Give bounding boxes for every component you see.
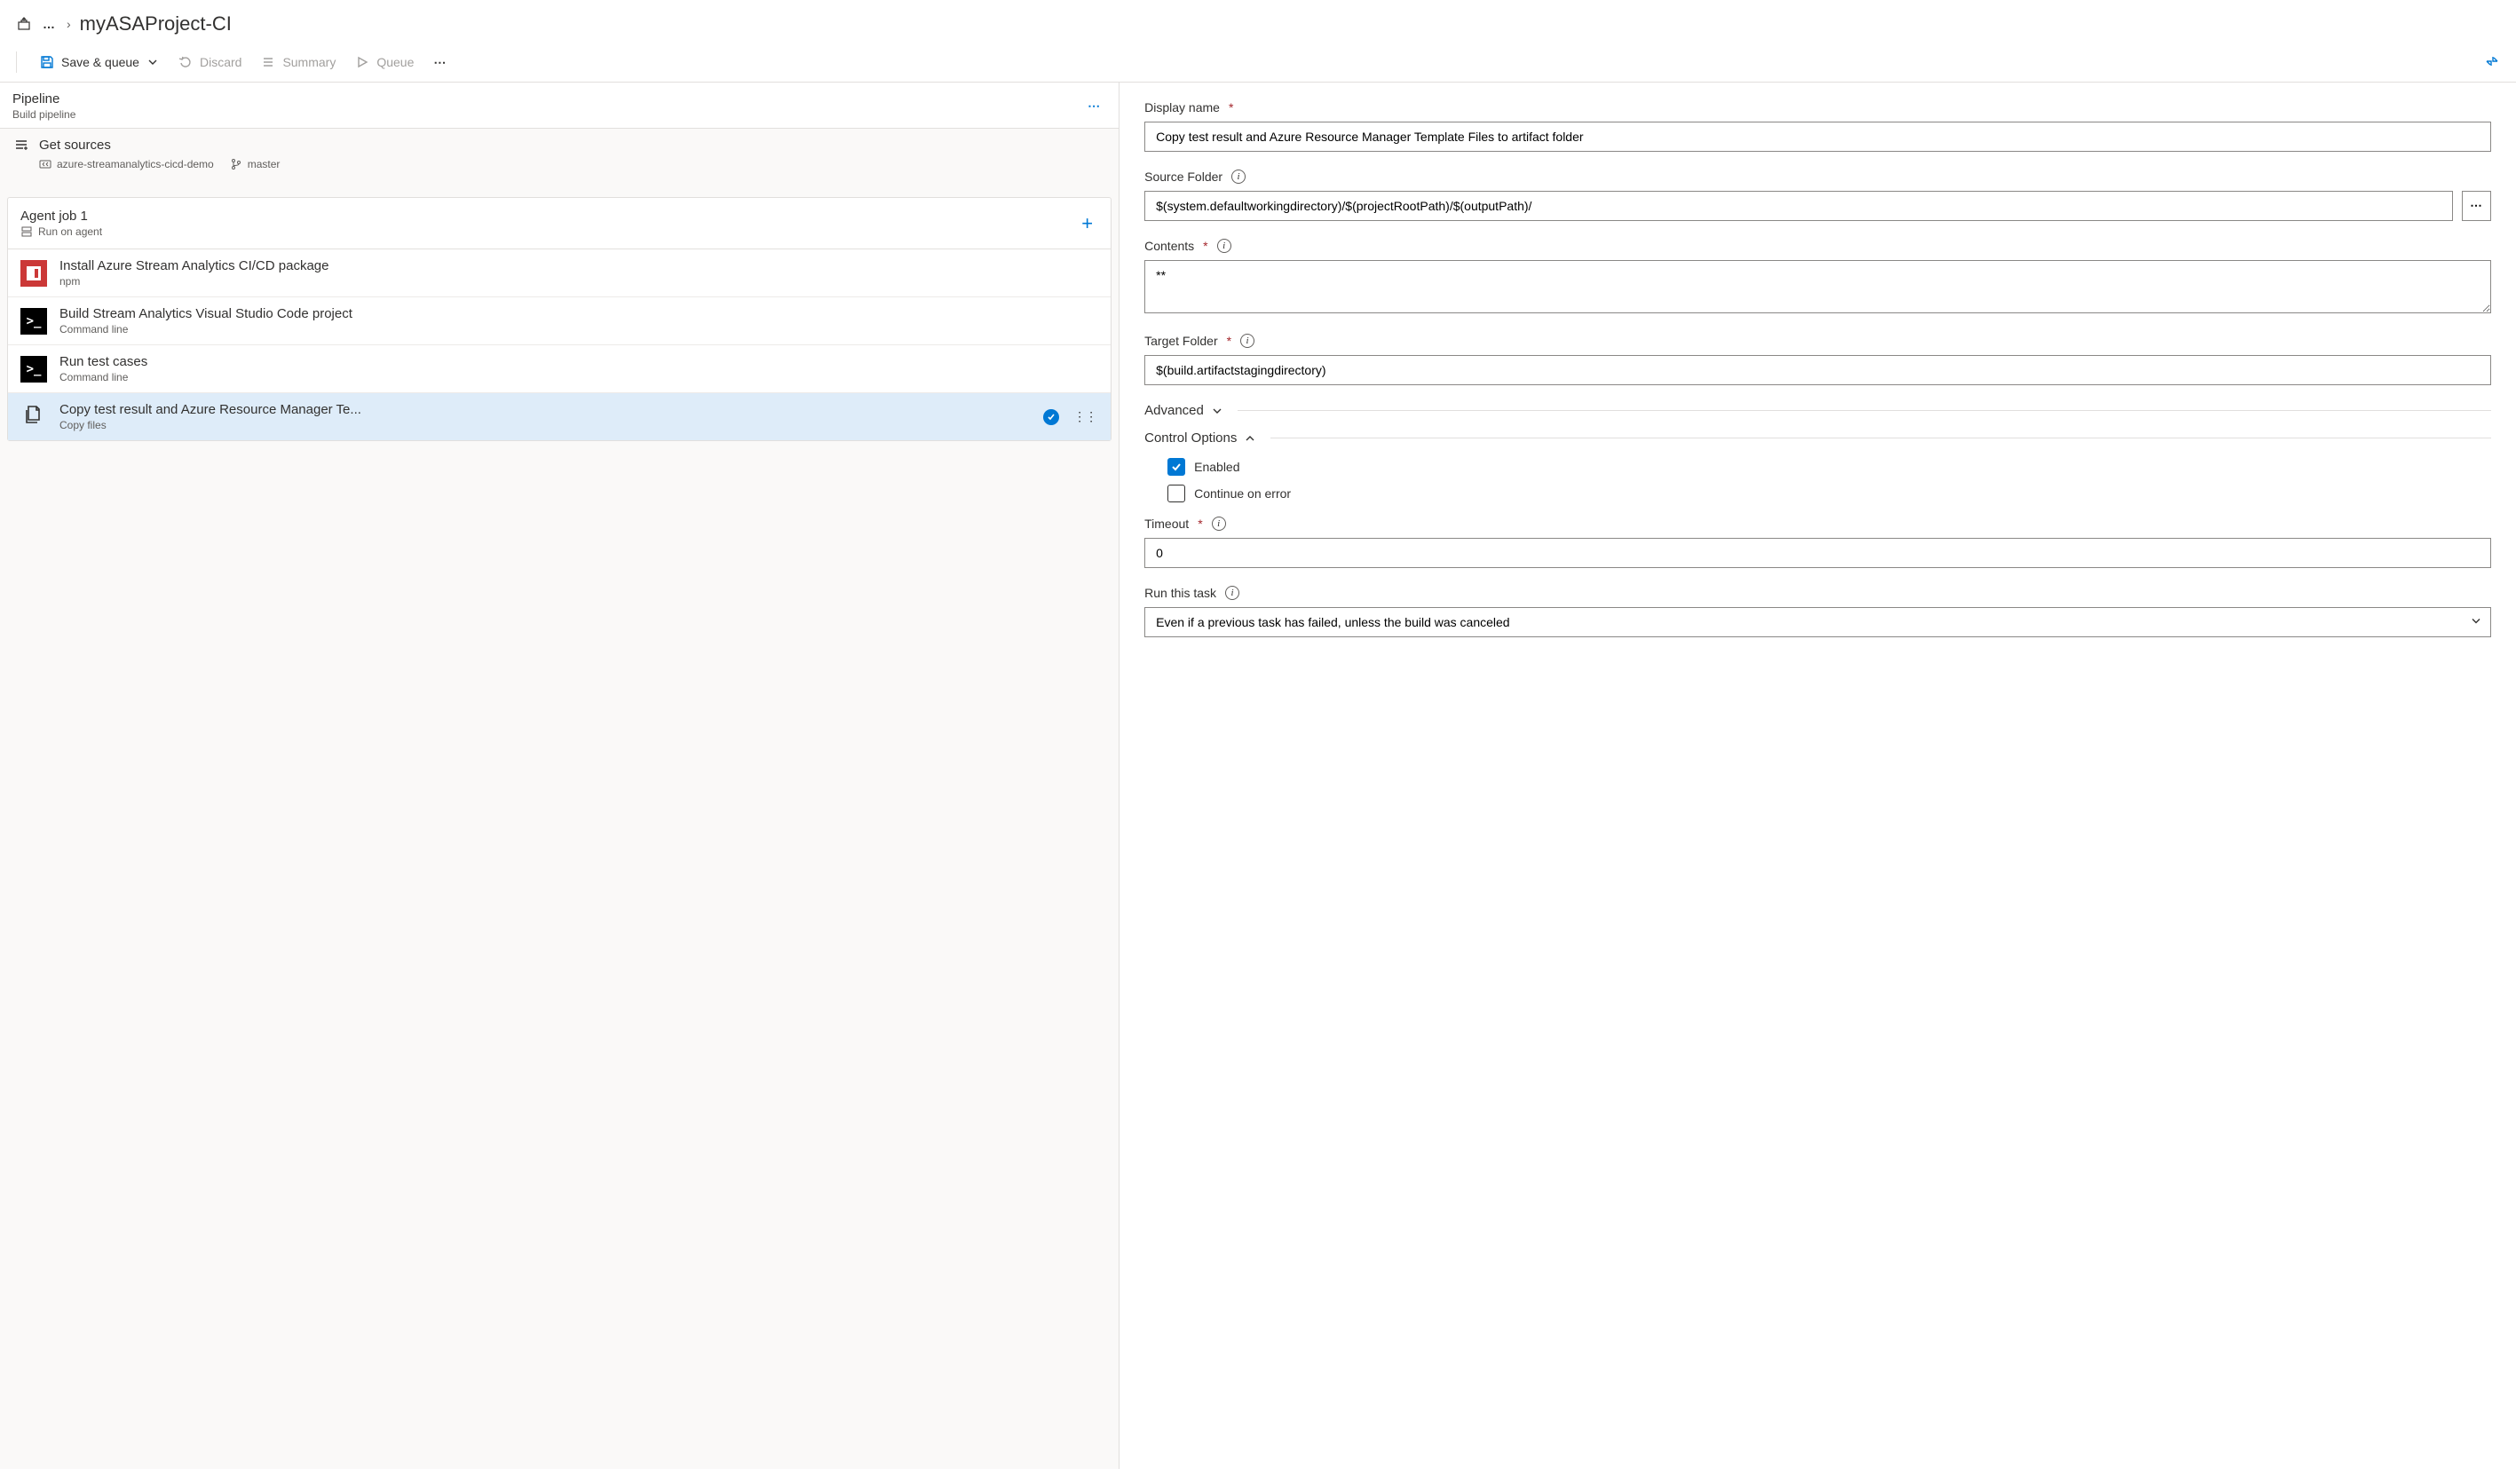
- collapse-pane-icon[interactable]: [2484, 53, 2500, 72]
- info-icon[interactable]: i: [1217, 239, 1231, 253]
- target-folder-input[interactable]: [1144, 355, 2491, 385]
- azure-repo-icon: [39, 158, 51, 170]
- continue-on-error-checkbox[interactable]: [1167, 485, 1185, 502]
- chevron-down-icon: [1211, 405, 1223, 417]
- toolbar-more-button[interactable]: ⋯: [433, 55, 447, 70]
- queue-button[interactable]: Queue: [355, 55, 414, 69]
- discard-button[interactable]: Discard: [178, 55, 241, 69]
- save-queue-label: Save & queue: [61, 55, 139, 69]
- play-icon: [355, 55, 369, 69]
- pipeline-more-button[interactable]: ⋯: [1082, 93, 1106, 119]
- pipeline-header[interactable]: Pipeline Build pipeline ⋯: [0, 83, 1119, 129]
- agent-job: Agent job 1 Run on agent + Install Azure…: [7, 197, 1112, 441]
- branch-icon: [230, 158, 242, 170]
- info-icon[interactable]: i: [1212, 517, 1226, 531]
- source-folder-input[interactable]: [1144, 191, 2453, 221]
- summary-button[interactable]: Summary: [261, 55, 336, 69]
- agent-job-subtitle: Run on agent: [38, 225, 102, 238]
- command-line-icon: >_: [20, 308, 47, 335]
- info-icon[interactable]: i: [1225, 586, 1239, 600]
- task-status-ok-icon: [1043, 409, 1059, 425]
- project-icon[interactable]: [16, 16, 32, 32]
- info-icon[interactable]: i: [1231, 170, 1246, 184]
- list-icon: [261, 55, 275, 69]
- breadcrumb-ellipsis[interactable]: …: [41, 17, 58, 31]
- branch-indicator: master: [230, 158, 281, 170]
- command-line-icon: >_: [20, 356, 47, 383]
- task-title: Copy test result and Azure Resource Mana…: [59, 402, 1031, 417]
- get-sources-row[interactable]: Get sources azure-streamanalytics-cicd-d…: [0, 129, 1119, 181]
- summary-label: Summary: [282, 55, 336, 69]
- page-title[interactable]: myASAProject-CI: [80, 12, 232, 36]
- contents-textarea[interactable]: **: [1144, 260, 2491, 313]
- task-row[interactable]: >_ Build Stream Analytics Visual Studio C…: [8, 297, 1111, 345]
- copy-files-icon: [21, 403, 46, 430]
- pipeline-subtitle: Build pipeline: [12, 108, 75, 121]
- timeout-label: Timeout * i: [1144, 517, 2491, 531]
- pipeline-title: Pipeline: [12, 91, 75, 107]
- save-icon: [40, 55, 54, 69]
- continue-on-error-label: Continue on error: [1194, 486, 1291, 501]
- task-subtitle: Command line: [59, 323, 1098, 335]
- task-title: Install Azure Stream Analytics CI/CD pac…: [59, 258, 1098, 273]
- drag-handle-icon[interactable]: ⋮⋮: [1072, 409, 1098, 424]
- agent-job-header[interactable]: Agent job 1 Run on agent +: [8, 198, 1111, 249]
- timeout-input[interactable]: [1144, 538, 2491, 568]
- enabled-label: Enabled: [1194, 460, 1239, 474]
- save-and-queue-button[interactable]: Save & queue: [40, 55, 159, 69]
- info-icon[interactable]: i: [1240, 334, 1254, 348]
- task-subtitle: Command line: [59, 371, 1098, 383]
- pipeline-tree-pane: Pipeline Build pipeline ⋯ Get sources az…: [0, 83, 1120, 1469]
- display-name-label: Display name*: [1144, 100, 2491, 114]
- npm-icon: [20, 260, 47, 287]
- undo-icon: [178, 55, 193, 69]
- task-row[interactable]: Install Azure Stream Analytics CI/CD pac…: [8, 249, 1111, 297]
- server-icon: [20, 225, 33, 238]
- run-this-task-label: Run this task i: [1144, 586, 2491, 600]
- breadcrumb: … › myASAProject-CI: [0, 0, 2516, 44]
- advanced-section-header[interactable]: Advanced: [1144, 403, 2491, 418]
- browse-source-button[interactable]: ⋯: [2462, 191, 2491, 221]
- task-subtitle: npm: [59, 275, 1098, 288]
- add-task-button[interactable]: +: [1076, 212, 1098, 235]
- source-folder-label: Source Folder i: [1144, 170, 2491, 184]
- repo-indicator: azure-streamanalytics-cicd-demo: [39, 158, 214, 170]
- queue-label: Queue: [376, 55, 414, 69]
- display-name-input[interactable]: [1144, 122, 2491, 152]
- enabled-checkbox[interactable]: [1167, 458, 1185, 476]
- task-title: Run test cases: [59, 354, 1098, 369]
- sources-icon: [12, 138, 30, 170]
- get-sources-title: Get sources: [39, 138, 1106, 153]
- task-details-pane: Display name* Source Folder i ⋯ Contents…: [1120, 83, 2516, 1469]
- task-subtitle: Copy files: [59, 419, 1031, 431]
- toolbar: Save & queue Discard Summary Queue ⋯: [16, 51, 447, 73]
- task-row[interactable]: >_ Run test cases Command line: [8, 345, 1111, 393]
- run-this-task-select[interactable]: [1144, 607, 2491, 637]
- chevron-down-icon: [146, 56, 159, 68]
- task-row[interactable]: Copy test result and Azure Resource Mana…: [8, 393, 1111, 440]
- discard-label: Discard: [200, 55, 241, 69]
- chevron-right-icon: ›: [67, 17, 71, 31]
- task-title: Build Stream Analytics Visual Studio Cod…: [59, 306, 1098, 321]
- target-folder-label: Target Folder * i: [1144, 334, 2491, 348]
- agent-job-title: Agent job 1: [20, 209, 102, 224]
- contents-label: Contents * i: [1144, 239, 2491, 253]
- toolbar-separator: [16, 51, 17, 73]
- control-options-section-header[interactable]: Control Options: [1144, 430, 2491, 446]
- chevron-up-icon: [1244, 432, 1256, 445]
